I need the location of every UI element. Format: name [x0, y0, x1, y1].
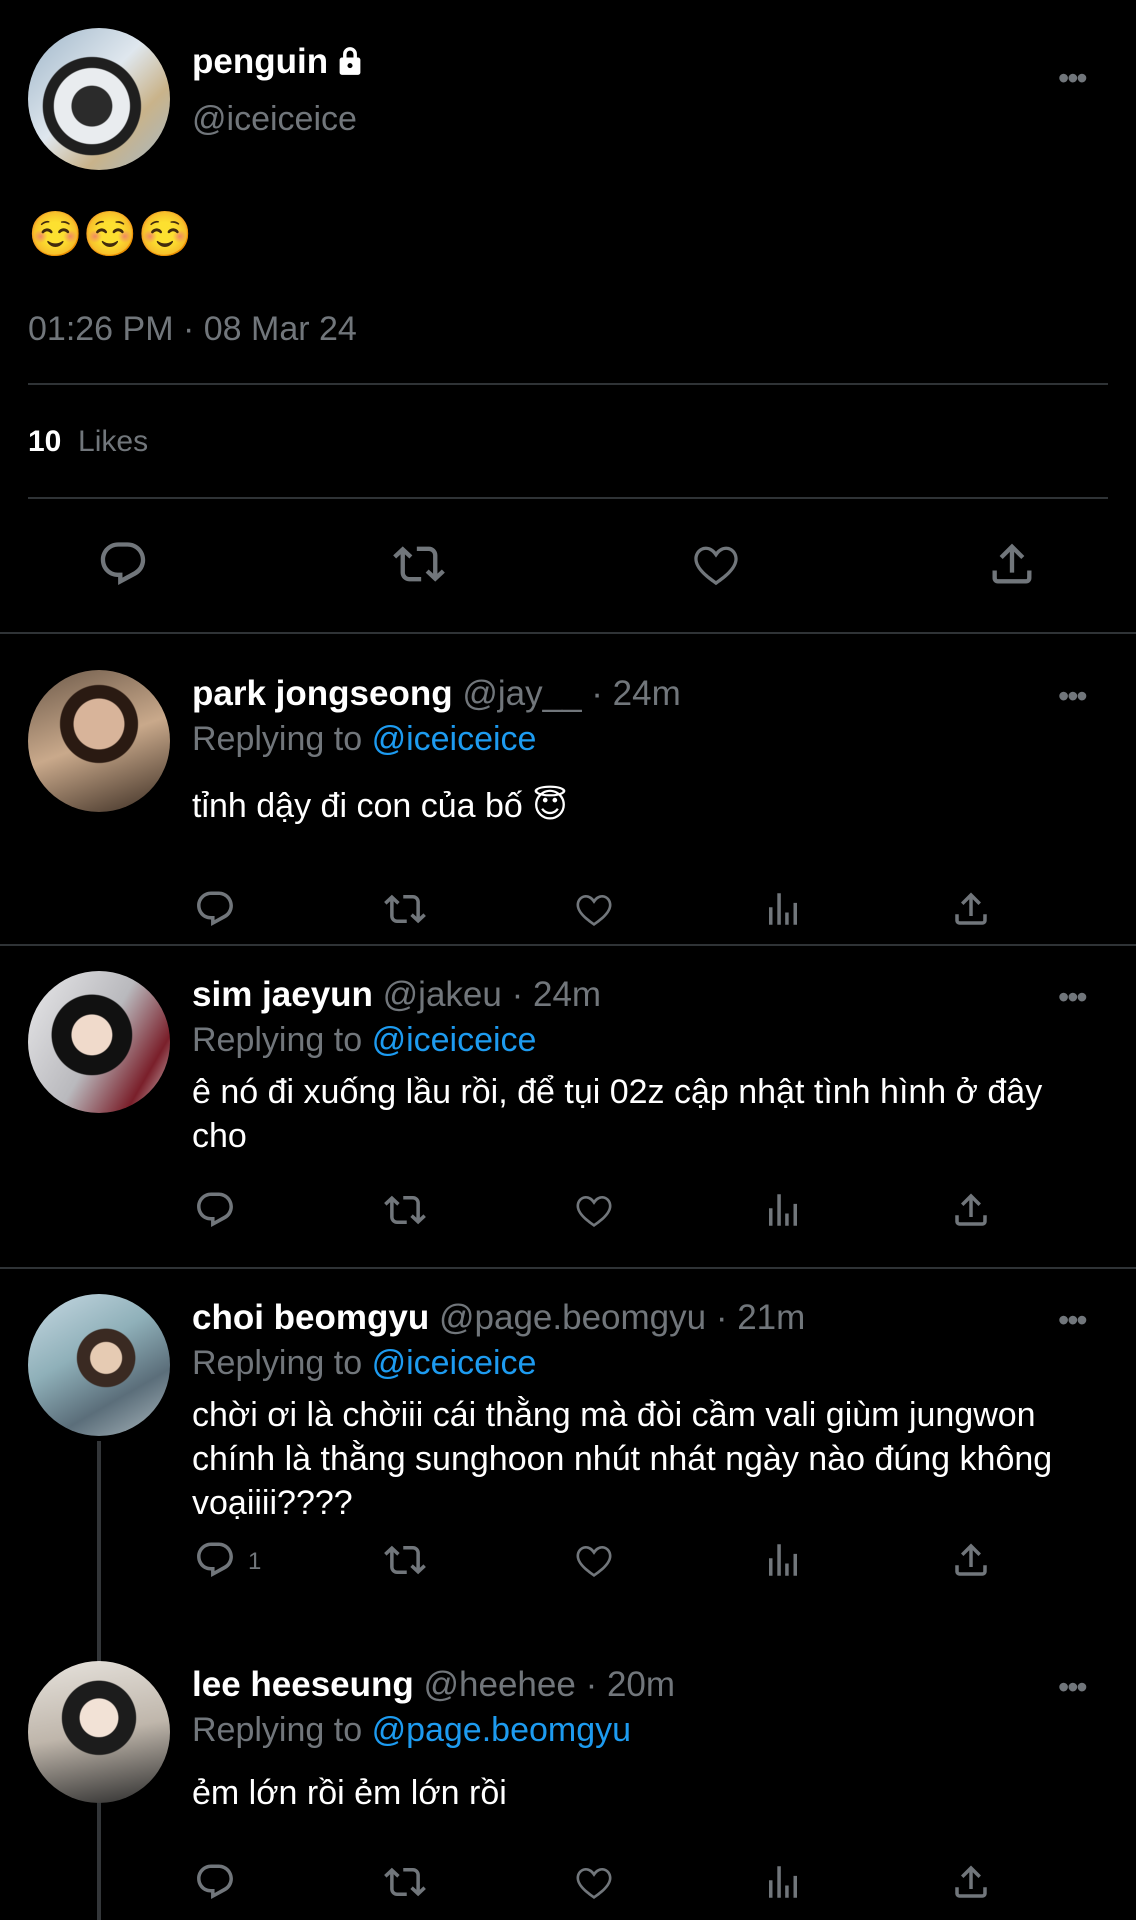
author-name-text: penguin [192, 42, 329, 81]
author-handle[interactable]: @jay__ [462, 674, 581, 713]
likes-number: 10 [28, 425, 62, 458]
replying-label: Replying to [192, 720, 363, 758]
share-icon[interactable] [950, 1189, 992, 1231]
retweet-icon[interactable] [384, 1189, 426, 1231]
likes-count[interactable]: 10 Likes [28, 425, 148, 459]
avatar[interactable] [28, 28, 170, 170]
views-chart-icon[interactable] [762, 1539, 804, 1581]
avatar[interactable] [28, 1661, 170, 1803]
retweet-icon[interactable] [393, 538, 445, 590]
author-handle[interactable]: @heehee [424, 1665, 576, 1704]
replying-to: Replying to @page.beomgyu [192, 1711, 631, 1750]
reply-thread: choi beomgyu @page.beomgyu · 21m ••• Rep… [0, 1269, 1136, 1920]
reply-header: park jongseong @jay__ · 24m [192, 674, 681, 714]
heart-icon[interactable] [573, 1861, 615, 1903]
author-name[interactable]: park jongseong [192, 674, 453, 713]
more-dots-icon[interactable]: ••• [1058, 1669, 1088, 1706]
more-dots-icon[interactable]: ••• [1058, 979, 1088, 1016]
reply-time[interactable]: 21m [737, 1298, 805, 1337]
main-tweet: penguin @iceiceice ••• ☺️☺️☺️ 01:26 PM ·… [0, 0, 1136, 632]
reply-count: 1 [248, 1548, 262, 1575]
mention-link[interactable]: @page.beomgyu [372, 1711, 631, 1749]
author-name[interactable]: choi beomgyu [192, 1298, 429, 1337]
avatar[interactable] [28, 1294, 170, 1436]
views-chart-icon[interactable] [762, 1189, 804, 1231]
retweet-icon[interactable] [384, 888, 426, 930]
replying-to: Replying to @iceiceice [192, 1021, 536, 1060]
separator: · [591, 674, 603, 713]
replying-to: Replying to @iceiceice [192, 720, 536, 759]
heart-icon[interactable] [690, 538, 742, 590]
likes-label: Likes [78, 425, 149, 458]
mention-link[interactable]: @iceiceice [372, 1021, 537, 1059]
share-icon[interactable] [950, 1539, 992, 1581]
reply-text: chời ơi là chờiii cái thằng mà đòi cầm v… [192, 1396, 1053, 1522]
more-dots-icon[interactable]: ••• [1058, 1302, 1088, 1339]
comment-icon[interactable] [194, 1539, 236, 1581]
author-name[interactable]: sim jaeyun [192, 975, 373, 1014]
separator: · [715, 1298, 728, 1337]
replying-label: Replying to [192, 1021, 363, 1059]
reply-header: sim jaeyun @jakeu · 24m [192, 975, 601, 1015]
reply-time[interactable]: 24m [613, 674, 681, 713]
author-name[interactable]: penguin [192, 42, 364, 82]
reply-tweet[interactable]: park jongseong @jay__ · 24m ••• Replying… [0, 634, 1136, 944]
separator: · [511, 975, 524, 1014]
avatar[interactable] [28, 971, 170, 1113]
reply-header: choi beomgyu @page.beomgyu · 21m [192, 1298, 805, 1338]
more-dots-icon[interactable]: ••• [1058, 678, 1088, 715]
retweet-icon[interactable] [384, 1861, 426, 1903]
share-icon[interactable] [950, 888, 992, 930]
reply-text: tỉnh dậy đi con của bố 😇 [192, 787, 568, 825]
heart-icon[interactable] [573, 1539, 615, 1581]
views-chart-icon[interactable] [762, 888, 804, 930]
heart-icon[interactable] [573, 1189, 615, 1231]
reply-tweet[interactable]: sim jaeyun @jakeu · 24m ••• Replying to … [0, 946, 1136, 1267]
comment-icon[interactable] [97, 538, 149, 590]
share-icon[interactable] [986, 538, 1038, 590]
avatar[interactable] [28, 670, 170, 812]
tweet-timestamp[interactable]: 01:26 PM · 08 Mar 24 [28, 310, 357, 349]
author-handle[interactable]: @iceiceice [192, 100, 357, 139]
mention-link[interactable]: @iceiceice [372, 1344, 537, 1382]
reply-time[interactable]: 24m [533, 975, 601, 1014]
views-chart-icon[interactable] [762, 1861, 804, 1903]
divider [28, 383, 1108, 385]
reply-text: ê nó đi xuống lầu rồi, để tụi 02z cập nh… [192, 1073, 1043, 1155]
reply-header: lee heeseung @heehee · 20m [192, 1665, 675, 1705]
replying-label: Replying to [192, 1344, 363, 1382]
reply-text: ẻm lớn rồi ẻm lớn rồi [192, 1774, 507, 1812]
reply-time[interactable]: 20m [607, 1665, 675, 1704]
retweet-icon[interactable] [384, 1539, 426, 1581]
replying-label: Replying to [192, 1711, 363, 1749]
comment-icon[interactable] [194, 1861, 236, 1903]
replying-to: Replying to @iceiceice [192, 1344, 536, 1383]
comment-icon[interactable] [194, 888, 236, 930]
separator: · [585, 1665, 598, 1704]
share-icon[interactable] [950, 1861, 992, 1903]
author-handle[interactable]: @jakeu [383, 975, 502, 1014]
heart-icon[interactable] [573, 888, 615, 930]
divider [28, 497, 1108, 499]
tweet-text: ☺️☺️☺️ [28, 210, 193, 259]
comment-icon[interactable] [194, 1189, 236, 1231]
author-name[interactable]: lee heeseung [192, 1665, 414, 1704]
author-handle[interactable]: @page.beomgyu [439, 1298, 706, 1337]
mention-link[interactable]: @iceiceice [372, 720, 537, 758]
more-dots-icon[interactable]: ••• [1058, 60, 1088, 97]
lock-icon [339, 47, 361, 75]
